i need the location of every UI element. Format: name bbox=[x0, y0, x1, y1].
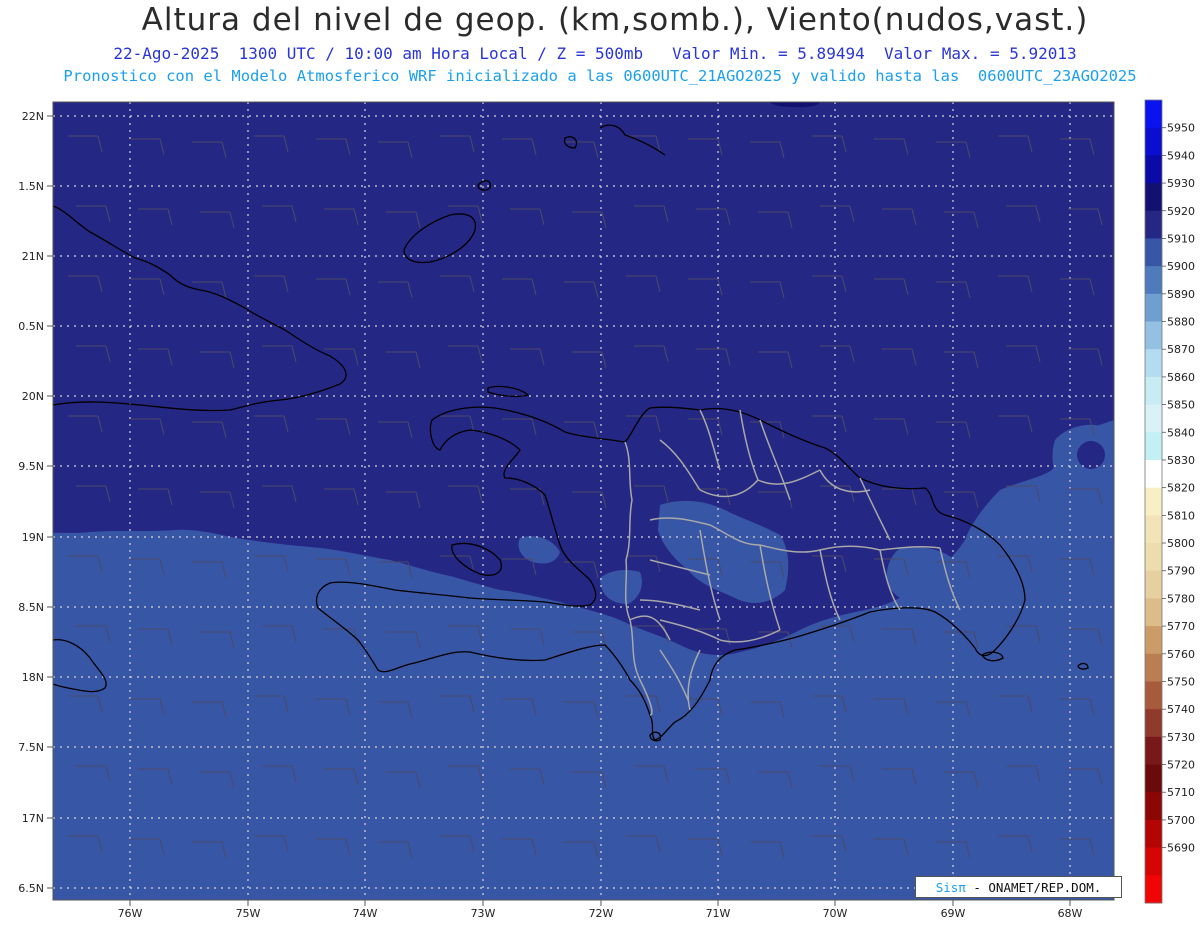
colorbar-swatch bbox=[1145, 321, 1162, 350]
colorbar-label: 5850 bbox=[1167, 399, 1195, 412]
colorbar-label: 5910 bbox=[1167, 232, 1195, 245]
lat-label: 9.5N bbox=[18, 460, 44, 473]
colorbar-label: 5920 bbox=[1167, 205, 1195, 218]
colorbar-swatch bbox=[1145, 626, 1162, 655]
colorbar: 5950 5940 5930 5920 5910 5900 5890 5880 5870 5860… bbox=[1144, 99, 1195, 904]
colorbar-label: 5830 bbox=[1167, 454, 1195, 467]
colorbar-swatch bbox=[1145, 376, 1162, 406]
colorbar-swatch bbox=[1145, 100, 1162, 129]
colorbar-label: 5840 bbox=[1167, 426, 1195, 439]
colorbar-swatch bbox=[1145, 515, 1162, 544]
lon-label: 73W bbox=[471, 907, 496, 920]
colorbar-label: 5710 bbox=[1167, 786, 1195, 799]
colorbar-label: 5760 bbox=[1167, 648, 1195, 661]
colorbar-swatch bbox=[1145, 349, 1162, 378]
credit-text: - ONAMET/REP.DOM. bbox=[965, 880, 1102, 895]
colorbar-label: 5880 bbox=[1167, 316, 1195, 329]
colorbar-label: 5770 bbox=[1167, 620, 1195, 633]
credit-brand: Sisπ bbox=[935, 880, 966, 895]
lon-label: 71W bbox=[706, 907, 731, 920]
colorbar-swatch bbox=[1145, 459, 1162, 489]
colorbar-label: 5890 bbox=[1167, 288, 1195, 301]
lat-label: 0.5N bbox=[18, 320, 44, 333]
lon-label: 75W bbox=[236, 907, 261, 920]
colorbar-label: 5730 bbox=[1167, 731, 1195, 744]
colorbar-swatch bbox=[1145, 875, 1162, 904]
credit-box: Sisπ - ONAMET/REP.DOM. bbox=[915, 876, 1122, 898]
lat-label: 21N bbox=[22, 250, 44, 263]
latitude-labels: 22N 1.5N 21N 0.5N 20N 9.5N 19N 8.5N 18N 7.5N 17N 6.… bbox=[18, 110, 53, 895]
colorbar-swatch bbox=[1145, 183, 1162, 212]
colorbar-label: 5810 bbox=[1167, 509, 1195, 522]
colorbar-label: 5800 bbox=[1167, 537, 1195, 550]
colorbar-swatch bbox=[1145, 709, 1162, 738]
lat-label: 17N bbox=[22, 812, 44, 825]
colorbar-label: 5930 bbox=[1167, 177, 1195, 190]
lat-label: 19N bbox=[22, 531, 44, 544]
lat-label: 18N bbox=[22, 671, 44, 684]
colorbar-swatch bbox=[1145, 432, 1162, 461]
lat-label: 6.5N bbox=[18, 882, 44, 895]
colorbar-swatch bbox=[1145, 792, 1162, 821]
colorbar-swatch bbox=[1145, 404, 1162, 433]
colorbar-label: 5690 bbox=[1167, 842, 1195, 855]
colorbar-swatch bbox=[1145, 819, 1162, 849]
colorbar-swatch bbox=[1145, 127, 1162, 156]
colorbar-swatch bbox=[1145, 847, 1162, 876]
colorbar-swatch bbox=[1145, 570, 1162, 599]
colorbar-swatch bbox=[1145, 210, 1162, 239]
colorbar-swatch bbox=[1145, 543, 1162, 572]
lat-label: 7.5N bbox=[18, 741, 44, 754]
colorbar-swatch bbox=[1145, 764, 1162, 793]
colorbar-label: 5940 bbox=[1167, 149, 1195, 162]
colorbar-label: 5950 bbox=[1167, 122, 1195, 135]
lat-label: 8.5N bbox=[18, 601, 44, 614]
colorbar-label: 5700 bbox=[1167, 814, 1195, 827]
lon-label: 74W bbox=[353, 907, 378, 920]
lon-label: 70W bbox=[823, 907, 848, 920]
geopotential-map: 22N 1.5N 21N 0.5N 20N 9.5N 19N 8.5N 18N 7.5N 17N 6.… bbox=[18, 99, 1195, 920]
colorbar-swatch bbox=[1145, 487, 1162, 516]
colorbar-label: 5740 bbox=[1167, 703, 1195, 716]
colorbar-swatch bbox=[1145, 293, 1162, 323]
lon-label: 68W bbox=[1058, 907, 1083, 920]
lon-label: 76W bbox=[118, 907, 143, 920]
lat-label: 22N bbox=[22, 110, 44, 123]
band-5910-ring bbox=[1077, 441, 1105, 469]
lat-label: 1.5N bbox=[18, 180, 44, 193]
colorbar-swatch bbox=[1145, 266, 1162, 295]
colorbar-swatch bbox=[1145, 598, 1162, 627]
colorbar-label: 5900 bbox=[1167, 260, 1195, 273]
colorbar-label: 5780 bbox=[1167, 592, 1195, 605]
colorbar-label: 5720 bbox=[1167, 759, 1195, 772]
colorbar-swatch bbox=[1145, 238, 1162, 267]
longitude-labels: 76W 75W 74W 73W 72W 71W 70W 69W 68W bbox=[118, 900, 1083, 920]
colorbar-swatch bbox=[1145, 681, 1162, 710]
lon-label: 69W bbox=[941, 907, 966, 920]
colorbar-label: 5750 bbox=[1167, 675, 1195, 688]
colorbar-label: 5870 bbox=[1167, 343, 1195, 356]
colorbar-label: 5860 bbox=[1167, 371, 1195, 384]
colorbar-swatch bbox=[1145, 653, 1162, 682]
lon-label: 72W bbox=[589, 907, 614, 920]
colorbar-swatch bbox=[1145, 736, 1162, 766]
colorbar-swatch bbox=[1145, 155, 1162, 184]
colorbar-label: 5790 bbox=[1167, 565, 1195, 578]
lat-label: 20N bbox=[22, 390, 44, 403]
colorbar-label: 5820 bbox=[1167, 482, 1195, 495]
